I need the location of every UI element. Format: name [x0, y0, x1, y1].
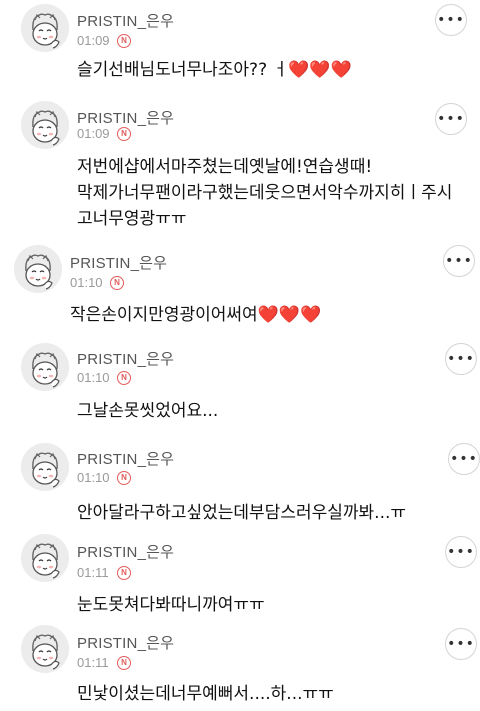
avatar[interactable]: [21, 343, 69, 391]
comment-line: 막제가너무팬이라구했는데웃으면서악수까지히ㅣ주시: [77, 183, 453, 203]
new-badge: N: [117, 34, 131, 48]
comment-time: 01:10: [70, 275, 103, 290]
comment-text: 민낯이셨는데너무예뻐서....하...ㅠㅠ: [77, 681, 334, 707]
avatar[interactable]: [21, 4, 69, 52]
comment-author[interactable]: PRISTIN_은우: [77, 107, 174, 128]
comment-author[interactable]: PRISTIN_은우: [70, 252, 167, 273]
comment-text: 눈도못쳐다봐따니까여ㅠㅠ: [77, 592, 265, 618]
heart-emoji-icon: ❤️❤️❤️: [288, 60, 352, 80]
comment-text: 그날손못씻었어요...: [77, 398, 218, 424]
avatar-drawing-icon: [21, 534, 69, 582]
avatar-drawing-icon: [21, 443, 69, 491]
comment-author[interactable]: PRISTIN_은우: [77, 448, 174, 469]
more-options-button[interactable]: •••: [443, 245, 475, 277]
heart-emoji-icon: ❤️❤️❤️: [257, 305, 322, 325]
avatar[interactable]: [21, 101, 69, 149]
more-options-button[interactable]: •••: [448, 443, 480, 475]
comment-author[interactable]: PRISTIN_은우: [77, 632, 174, 653]
more-icon: •••: [437, 111, 465, 127]
comment-author[interactable]: PRISTIN_은우: [77, 10, 174, 31]
avatar-drawing-icon: [21, 625, 69, 673]
comment-time: 01:10: [77, 470, 110, 485]
comment-line: 고너무영광ㅠㅠ: [77, 209, 187, 229]
comment-line: 그날손못씻었어요...: [77, 401, 219, 421]
new-badge: N: [117, 371, 131, 385]
more-icon: •••: [447, 636, 475, 652]
more-options-button[interactable]: •••: [435, 4, 467, 36]
avatar-drawing-icon: [21, 4, 69, 52]
more-icon: •••: [447, 351, 475, 367]
comment-line: 저번에샵에서마주쳤는데옛날에!연습생때!: [77, 157, 373, 177]
comment-line: 안아달라구하고싶었는데부담스러우실까봐...ㅠ: [77, 503, 407, 523]
new-badge: N: [110, 276, 124, 290]
more-icon: •••: [445, 253, 473, 269]
comment-text: 작은손이지만영광이어써여❤️❤️❤️: [70, 302, 321, 328]
avatar[interactable]: [21, 534, 69, 582]
comment-text: 저번에샵에서마주쳤는데옛날에!연습생때! 막제가너무팬이라구했는데웃으면서악수까…: [77, 154, 452, 232]
comment-author[interactable]: PRISTIN_은우: [77, 541, 174, 562]
new-badge: N: [117, 566, 131, 580]
comment-time: 01:11: [77, 565, 109, 580]
new-badge: N: [117, 471, 131, 485]
more-icon: •••: [447, 544, 475, 560]
avatar[interactable]: [14, 245, 62, 293]
avatar-drawing-icon: [21, 343, 69, 391]
comment-author[interactable]: PRISTIN_은우: [77, 348, 174, 369]
comment-line: 민낯이셨는데너무예뻐서....하...ㅠㅠ: [77, 684, 334, 704]
comment-line: 눈도못쳐다봐따니까여ㅠㅠ: [77, 595, 265, 615]
more-options-button[interactable]: •••: [445, 628, 477, 660]
more-options-button[interactable]: •••: [445, 343, 477, 375]
comment-text: 안아달라구하고싶었는데부담스러우실까봐...ㅠ: [77, 500, 406, 526]
comment-time: 01:09: [77, 126, 110, 141]
comment-line: 슬기선배님도너무나조아?? ㅓ: [77, 60, 289, 80]
avatar-drawing-icon: [14, 245, 62, 293]
new-badge: N: [117, 656, 131, 670]
comment-line: 작은손이지만영광이어써여: [70, 305, 258, 325]
comment-time: 01:09: [77, 33, 110, 48]
more-icon: •••: [450, 451, 478, 467]
comment-text: 슬기선배님도너무나조아?? ㅓ❤️❤️❤️: [77, 57, 352, 83]
more-options-button[interactable]: •••: [445, 536, 477, 568]
more-icon: •••: [437, 12, 465, 28]
comment-time: 01:10: [77, 370, 110, 385]
avatar[interactable]: [21, 443, 69, 491]
more-options-button[interactable]: •••: [435, 103, 467, 135]
comment-time: 01:11: [77, 655, 109, 670]
new-badge: N: [117, 127, 131, 141]
avatar-drawing-icon: [21, 101, 69, 149]
avatar[interactable]: [21, 625, 69, 673]
